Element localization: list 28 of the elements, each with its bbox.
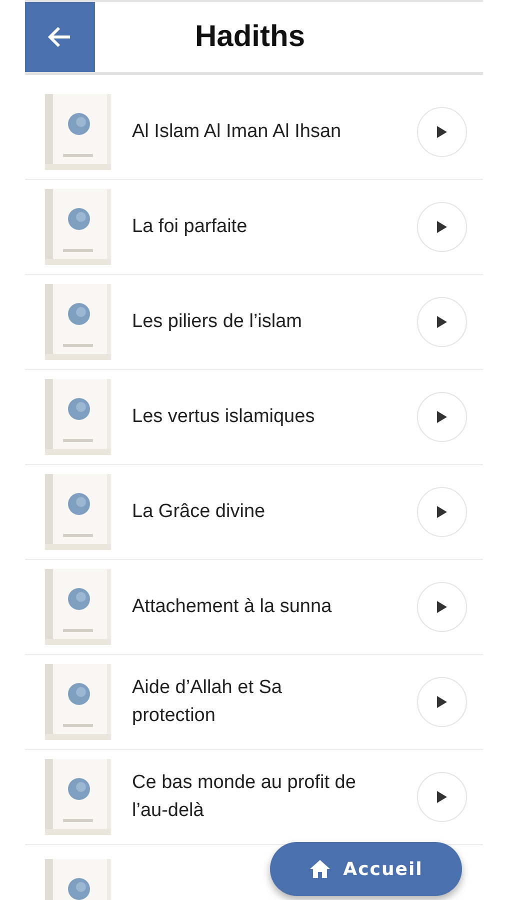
- hadith-title[interactable]: Aide d’Allah et Sa protection: [132, 674, 367, 730]
- play-icon: [436, 505, 448, 519]
- play-button[interactable]: [417, 297, 467, 347]
- play-button[interactable]: [417, 107, 467, 157]
- play-icon: [436, 315, 448, 329]
- play-icon: [436, 790, 448, 804]
- hadith-title[interactable]: Al Islam Al Iman Al Ihsan: [132, 118, 342, 146]
- hadith-title[interactable]: Les piliers de l’islam: [132, 308, 302, 336]
- play-icon: [436, 600, 448, 614]
- hadith-title[interactable]: La foi parfaite: [132, 213, 248, 241]
- play-button[interactable]: [417, 487, 467, 537]
- play-button[interactable]: [417, 677, 467, 727]
- play-button[interactable]: [417, 392, 467, 442]
- play-button[interactable]: [417, 772, 467, 822]
- hadith-title[interactable]: Attachement à la sunna: [132, 593, 332, 621]
- hadith-title[interactable]: Ce bas monde au profit de l’au-delà: [132, 769, 367, 825]
- home-icon: [309, 859, 332, 879]
- play-icon: [436, 410, 448, 424]
- play-icon: [436, 220, 448, 234]
- hadith-title[interactable]: La Grâce divine: [132, 498, 266, 526]
- hadith-title[interactable]: Les vertus islamiques: [132, 403, 315, 431]
- page-title: Hadiths: [195, 20, 306, 54]
- play-icon: [436, 125, 448, 139]
- play-button[interactable]: [417, 202, 467, 252]
- home-button[interactable]: Accueil: [270, 842, 462, 896]
- back-button[interactable]: [25, 2, 95, 72]
- play-button[interactable]: [417, 582, 467, 632]
- play-icon: [436, 695, 448, 709]
